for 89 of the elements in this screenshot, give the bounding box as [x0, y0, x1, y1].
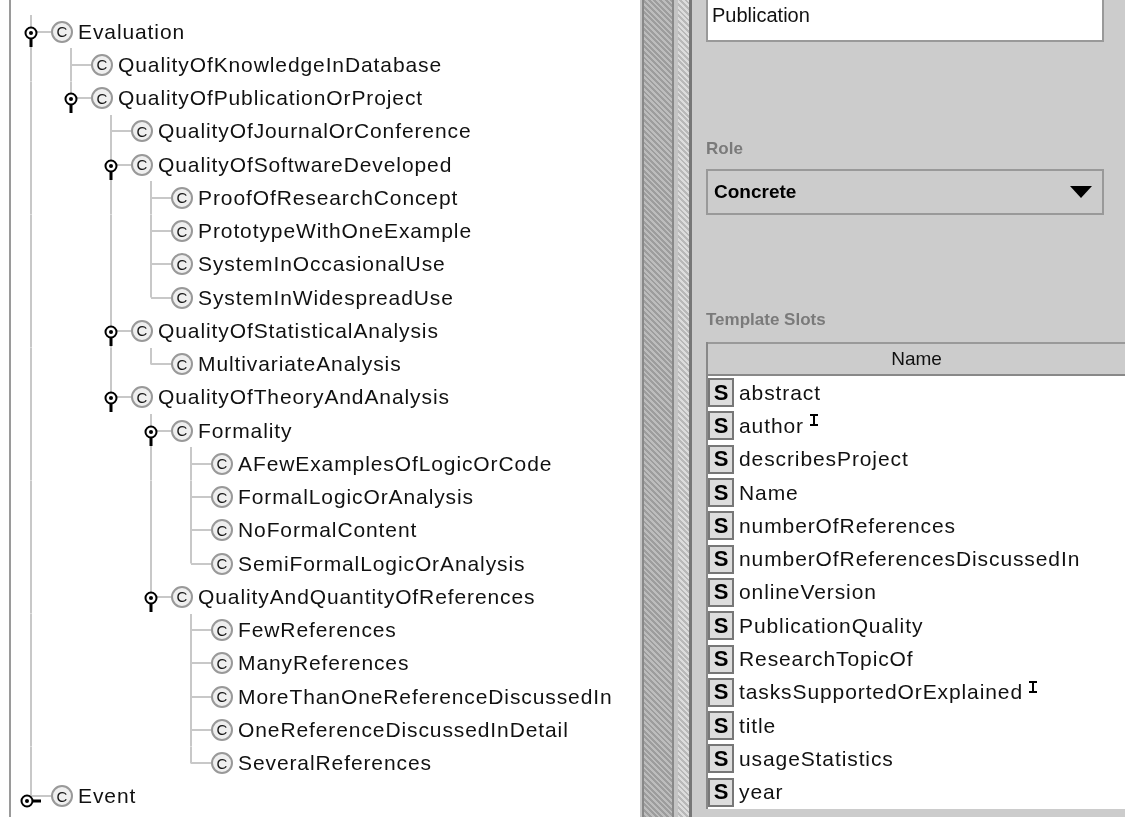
class-badge: C — [171, 220, 193, 243]
class-tree-item[interactable]: SeveralReferences — [238, 751, 432, 776]
class-badge: C — [91, 87, 113, 110]
class-badge: C — [171, 186, 193, 209]
slot-badge: S — [708, 544, 734, 574]
slot-badge: S — [708, 577, 734, 607]
class-tree-item[interactable]: QualityOfKnowledgeInDatabase — [118, 52, 443, 77]
class-badge: C — [211, 486, 233, 509]
class-tree-item[interactable]: QualityAndQuantityOfReferences — [198, 584, 536, 609]
class-badge: C — [171, 253, 193, 276]
template-slots-label: Template Slots — [706, 310, 827, 330]
expanded-toggle-icon[interactable] — [104, 158, 118, 181]
expanded-toggle-icon[interactable] — [104, 391, 118, 414]
class-badge: C — [211, 619, 233, 642]
class-tree-item[interactable]: Formality — [198, 418, 293, 443]
class-tree-item[interactable]: SemiFormalLogicOrAnalysis — [238, 551, 526, 576]
class-badge: C — [211, 752, 233, 775]
expanded-toggle-icon[interactable] — [144, 424, 158, 447]
class-badge: C — [171, 286, 193, 309]
class-tree-item[interactable]: NoFormalContent — [238, 518, 418, 543]
slot-name[interactable]: PublicationQuality — [739, 613, 924, 638]
class-badge: C — [171, 585, 193, 608]
class-tree-item[interactable]: Event — [78, 784, 137, 809]
class-tree-item[interactable]: ProofOfResearchConcept — [198, 185, 459, 210]
class-tree-item[interactable]: FewReferences — [238, 618, 397, 643]
class-tree-item[interactable]: QualityOfTheoryAndAnalysis — [158, 385, 450, 410]
class-tree-item[interactable]: SystemInOccasionalUse — [198, 252, 446, 277]
class-tree-item[interactable]: QualityOfSoftwareDeveloped — [158, 152, 453, 177]
slot-name[interactable]: title — [739, 713, 777, 738]
class-badge: C — [131, 319, 153, 342]
class-tree-item[interactable]: QualityOfPublicationOrProject — [118, 86, 424, 111]
class-tree-item[interactable]: SystemInWidespreadUse — [198, 285, 454, 310]
slot-badge: S — [708, 378, 734, 408]
slot-badge: S — [708, 744, 734, 774]
slot-name[interactable]: usageStatistics — [739, 746, 894, 771]
slot-name[interactable]: numberOfReferencesDiscussedIn — [739, 547, 1081, 572]
class-tree-item[interactable]: FormalLogicOrAnalysis — [238, 485, 474, 510]
class-tree-item[interactable]: PrototypeWithOneExample — [198, 219, 472, 244]
slot-name[interactable]: Name — [739, 480, 799, 505]
slot-badge: S — [708, 478, 734, 508]
slot-badge: S — [708, 711, 734, 741]
slot-name[interactable]: numberOfReferences — [739, 513, 956, 538]
class-badge: C — [211, 652, 233, 675]
class-badge: C — [91, 53, 113, 76]
class-badge: C — [211, 452, 233, 475]
slot-name[interactable]: tasksSupportedOrExplained — [739, 680, 1023, 705]
class-tree-item[interactable]: MoreThanOneReferenceDiscussedIn — [238, 684, 613, 709]
slot-badge: S — [708, 644, 734, 674]
slot-name[interactable]: abstract — [739, 380, 821, 405]
class-tree-item[interactable]: QualityOfJournalOrConference — [158, 119, 472, 144]
class-badge: C — [51, 20, 73, 43]
class-badge: C — [131, 153, 153, 176]
class-badge: C — [131, 120, 153, 143]
column-header[interactable]: Name — [708, 342, 1125, 376]
class-badge: C — [51, 785, 73, 808]
class-tree-item[interactable]: QualityOfStatisticalAnalysis — [158, 318, 439, 343]
role-label: Role — [706, 139, 744, 159]
role-dropdown[interactable]: Concrete — [706, 169, 1104, 215]
slot-name[interactable]: describesProject — [739, 447, 909, 472]
class-badge: C — [211, 552, 233, 575]
class-badge: C — [211, 519, 233, 542]
class-tree-item[interactable]: ManyReferences — [238, 651, 410, 676]
slot-name[interactable]: onlineVersion — [739, 580, 877, 605]
class-tree-item[interactable]: OneReferenceDiscussedInDetail — [238, 717, 569, 742]
slot-name[interactable]: author — [739, 413, 804, 438]
dropdown-arrow-icon — [1070, 186, 1092, 198]
slot-name[interactable]: year — [739, 780, 784, 805]
splitter-handle[interactable] — [640, 0, 692, 817]
class-tree-item[interactable]: AFewExamplesOfLogicOrCode — [238, 451, 553, 476]
class-badge: C — [171, 419, 193, 442]
slot-badge: S — [708, 444, 734, 474]
class-tree-item[interactable]: Evaluation — [78, 19, 186, 44]
expanded-toggle-icon[interactable] — [64, 92, 78, 115]
slot-badge: S — [708, 611, 734, 641]
name-field[interactable]: Publication — [706, 0, 1104, 42]
class-badge: C — [171, 353, 193, 376]
class-badge: C — [211, 718, 233, 741]
expanded-toggle-icon[interactable] — [144, 590, 158, 613]
slot-badge: S — [708, 677, 734, 707]
slot-badge: S — [708, 777, 734, 807]
collapsed-toggle-icon[interactable] — [20, 794, 42, 809]
class-badge: C — [131, 386, 153, 409]
slot-badge: S — [708, 511, 734, 541]
class-tree-item[interactable]: MultivariateAnalysis — [198, 352, 402, 377]
slot-name[interactable]: ResearchTopicOf — [739, 647, 914, 671]
expanded-toggle-icon[interactable] — [24, 25, 38, 48]
slot-badge: S — [708, 411, 734, 441]
expanded-toggle-icon[interactable] — [104, 324, 118, 347]
class-badge: C — [211, 685, 233, 708]
